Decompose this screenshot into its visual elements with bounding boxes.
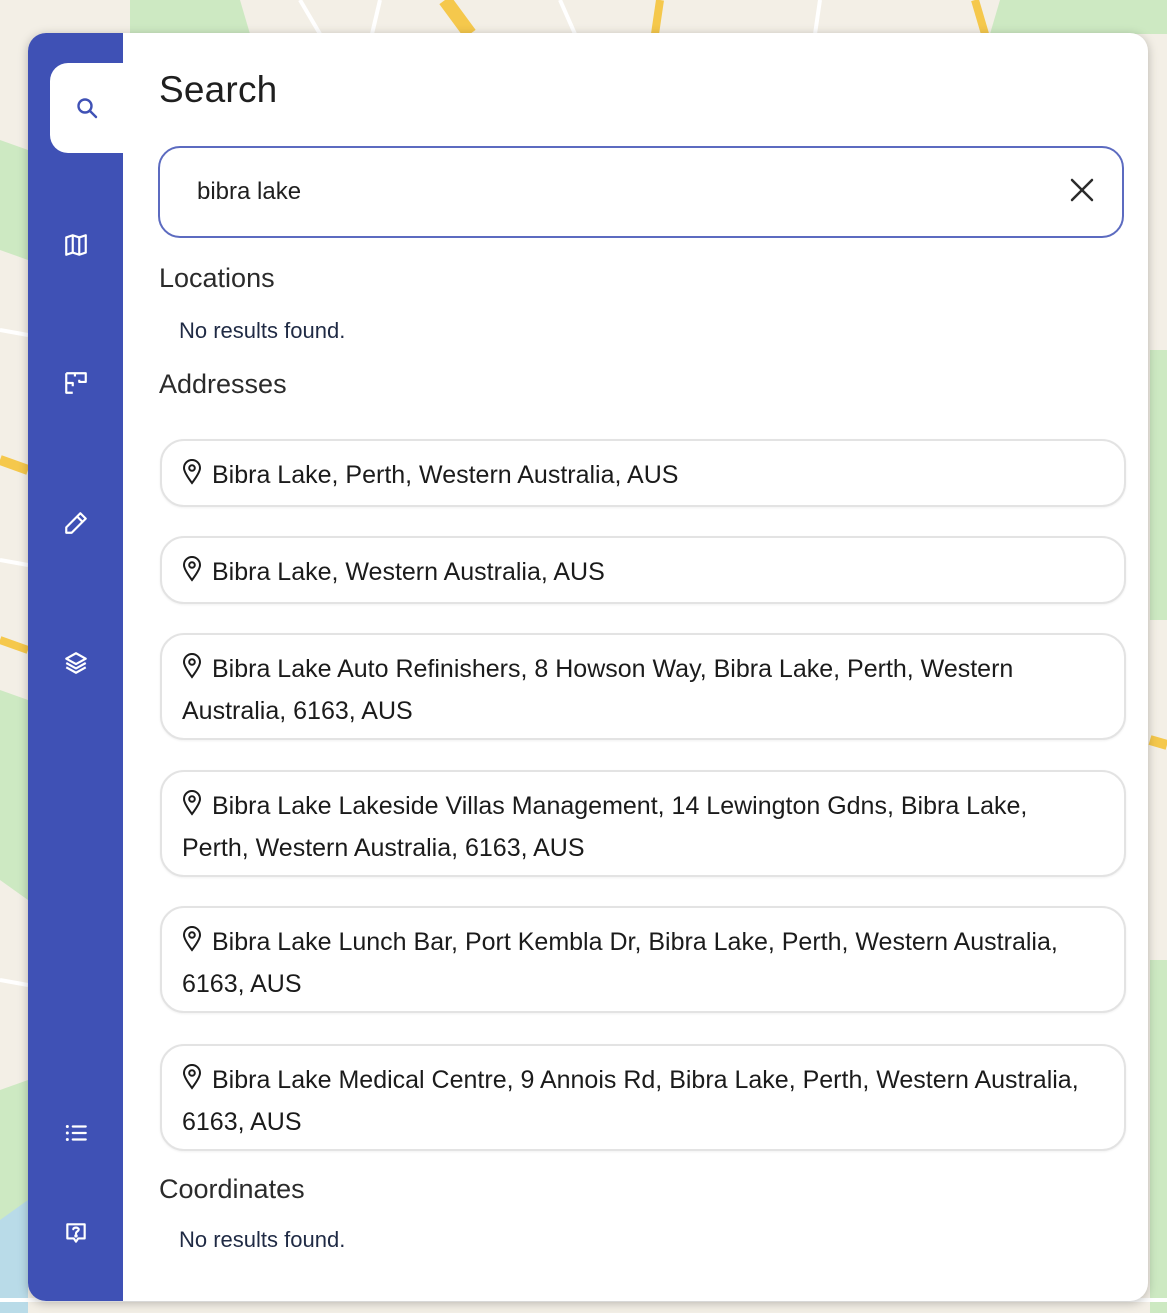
search-icon — [75, 96, 99, 120]
address-result[interactable]: Bibra Lake, Perth, Western Australia, AU… — [160, 439, 1126, 507]
address-text: Bibra Lake Lakeside Villas Management, 1… — [182, 792, 1028, 862]
rail-help-button[interactable] — [28, 1201, 123, 1265]
addresses-heading: Addresses — [159, 369, 287, 399]
rail-map-button[interactable] — [28, 213, 123, 277]
location-pin-icon — [182, 1062, 202, 1102]
rail-list-button[interactable] — [28, 1101, 123, 1165]
location-pin-icon — [182, 924, 202, 964]
list-icon — [63, 1120, 89, 1146]
address-result[interactable]: Bibra Lake Lunch Bar, Port Kembla Dr, Bi… — [160, 906, 1126, 1013]
close-icon — [1067, 175, 1097, 210]
address-text: Bibra Lake Lunch Bar, Port Kembla Dr, Bi… — [182, 928, 1058, 998]
locations-heading: Locations — [159, 263, 275, 293]
coordinates-heading: Coordinates — [159, 1174, 305, 1204]
layers-icon — [63, 650, 89, 676]
address-text: Bibra Lake, Western Australia, AUS — [212, 558, 605, 586]
rail-layers-button[interactable] — [28, 631, 123, 695]
pencil-icon — [63, 510, 89, 536]
clear-search-button[interactable] — [1064, 174, 1100, 210]
address-result[interactable]: Bibra Lake Medical Centre, 9 Annois Rd, … — [160, 1044, 1126, 1151]
address-result[interactable]: Bibra Lake Auto Refinishers, 8 Howson Wa… — [160, 633, 1126, 740]
location-pin-icon — [182, 457, 202, 497]
help-icon — [63, 1220, 89, 1246]
search-field[interactable] — [158, 146, 1124, 238]
map-icon — [63, 232, 89, 258]
coordinates-no-results: No results found. — [179, 1227, 346, 1252]
search-input[interactable] — [197, 148, 1037, 236]
address-result[interactable]: Bibra Lake, Western Australia, AUS — [160, 536, 1126, 604]
address-result[interactable]: Bibra Lake Lakeside Villas Management, 1… — [160, 770, 1126, 877]
floor-plan-icon — [63, 370, 89, 396]
locations-no-results: No results found. — [179, 318, 346, 343]
navigation-rail — [28, 33, 123, 1301]
location-pin-icon — [182, 788, 202, 828]
rail-floor-plan-button[interactable] — [28, 351, 123, 415]
rail-search-button[interactable] — [50, 63, 123, 153]
rail-draw-button[interactable] — [28, 491, 123, 555]
location-pin-icon — [182, 554, 202, 594]
address-text: Bibra Lake Auto Refinishers, 8 Howson Wa… — [182, 655, 1014, 725]
page-title: Search — [159, 69, 278, 110]
search-panel: Search Locations No results found. Addre… — [28, 33, 1148, 1301]
address-text: Bibra Lake Medical Centre, 9 Annois Rd, … — [182, 1066, 1079, 1136]
search-content: Search Locations No results found. Addre… — [158, 33, 1128, 1301]
address-text: Bibra Lake, Perth, Western Australia, AU… — [212, 461, 679, 489]
location-pin-icon — [182, 651, 202, 691]
